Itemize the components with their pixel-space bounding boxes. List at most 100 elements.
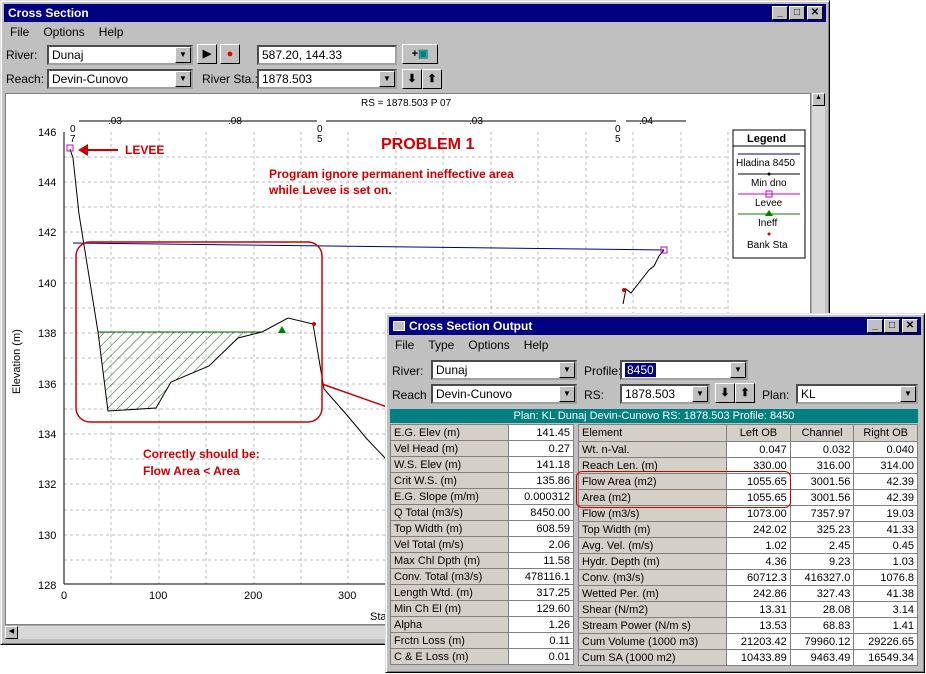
right-table-element: Shear (N/m2) [577, 601, 728, 618]
right-table-left-ob: 4.36 [726, 553, 791, 570]
n-marker-3b: 5 [615, 134, 621, 145]
right-table-left-ob: 21203.42 [726, 633, 791, 650]
add-plot-button[interactable]: +▣ [402, 44, 438, 64]
y-tick-128: 128 [38, 580, 56, 592]
chevron-down-icon[interactable]: ▼ [175, 47, 191, 63]
left-table-row: Top Width (m) 608.59 [390, 520, 575, 537]
left-table-key: Q Total (m3/s) [390, 504, 509, 521]
right-table-element: Cum Volume (1000 m3) [577, 633, 728, 650]
y-tick-138: 138 [38, 328, 56, 340]
river-sta-value: 1878.503 [262, 72, 313, 86]
chevron-down-icon[interactable]: ▼ [730, 362, 746, 378]
play-button[interactable]: ▶ [197, 44, 217, 64]
output-arrow-up-button[interactable]: ⬆ [735, 383, 755, 403]
left-table-row: W.S. Elev (m) 141.18 [390, 456, 575, 473]
n-value-bar: .03 .08 .03 .04 0 7 0 5 0 5 [70, 116, 686, 145]
plot-horizontal-scrollbar[interactable]: ◀ [5, 625, 390, 639]
left-table-row: E.G. Slope (m/m) 0.000312 [390, 488, 575, 505]
output-river-select[interactable]: Dunaj ▼ [431, 360, 577, 380]
scroll-up-button[interactable]: ▲ [812, 93, 825, 106]
y-tick-136: 136 [38, 379, 56, 391]
output-menu-type[interactable]: Type [428, 338, 454, 352]
right-table-channel: 325.23 [789, 521, 855, 538]
right-table-right-ob: 16549.34 [853, 649, 918, 666]
maximize-button[interactable]: □ [789, 6, 805, 20]
arrow-up-button[interactable]: ⬆ [422, 69, 442, 89]
river-sta-select[interactable]: 1878.503 ▼ [257, 69, 397, 89]
y-tick-146: 146 [38, 127, 56, 139]
scroll-left-button[interactable]: ◀ [5, 626, 18, 639]
left-table-row: Length Wtd. (m) 317.25 [390, 584, 575, 601]
n-value-1: .03 [108, 116, 122, 127]
output-menu-options[interactable]: Options [468, 338, 509, 352]
menu-help[interactable]: Help [99, 25, 124, 39]
output-window-title: Cross Section Output [409, 319, 533, 333]
right-table-left-ob: 10433.89 [726, 649, 791, 666]
left-table-value: 478116.1 [507, 568, 575, 585]
left-table-row: Frctn Loss (m) 0.11 [390, 632, 575, 649]
levee-label: LEVEE [125, 143, 164, 157]
menu-file[interactable]: File [10, 25, 29, 39]
right-table-row: Cum SA (1000 m2) 10433.89 9463.49 16549.34 [577, 649, 918, 666]
left-table-value: 8450.00 [507, 504, 575, 521]
chevron-down-icon[interactable]: ▼ [559, 362, 575, 378]
n-value-3: .03 [469, 116, 483, 127]
record-button[interactable]: ● [220, 44, 240, 64]
right-table-left-ob: 13.53 [726, 617, 791, 634]
left-table-key: Vel Total (m/s) [390, 536, 509, 553]
output-menubar: File Type Options Help [389, 336, 921, 354]
right-table-element: Wt. n-Val. [577, 441, 728, 458]
reach-select[interactable]: Devin-Cunovo ▼ [47, 69, 193, 89]
correct-line-1: Correctly should be: [143, 447, 260, 461]
right-table-row: Conv. (m3/s) 60712.3 416327.0 1076.8 [577, 569, 918, 586]
river-select[interactable]: Dunaj ▼ [47, 45, 193, 65]
close-button[interactable]: ✕ [807, 6, 823, 20]
reach-label: Reach: [6, 72, 45, 86]
output-minimize-button[interactable]: _ [867, 319, 883, 333]
chevron-down-icon[interactable]: ▼ [900, 386, 916, 402]
left-table-key: C & E Loss (m) [390, 648, 509, 665]
left-table-value: 0.000312 [507, 488, 575, 505]
table-icon [393, 321, 405, 331]
y-tick-132: 132 [38, 479, 56, 491]
right-table-right-ob: 0.040 [853, 441, 918, 458]
right-table-right-ob: 0.45 [853, 537, 918, 554]
left-table-key: Max Chl Dpth (m) [390, 552, 509, 569]
main-menubar: File Options Help [4, 23, 826, 41]
chevron-down-icon[interactable]: ▼ [175, 71, 191, 87]
output-menu-help[interactable]: Help [524, 338, 549, 352]
coords-readout: 587.20, 144.33 [257, 45, 397, 65]
chevron-down-icon[interactable]: ▼ [559, 386, 575, 402]
camera-icon: ▣ [418, 48, 429, 60]
x-tick-100: 100 [149, 590, 167, 602]
legend-item-min-dno: Min dno [751, 178, 787, 189]
river-label: River: [6, 48, 38, 62]
minimize-button[interactable]: _ [772, 6, 788, 20]
chevron-down-icon[interactable]: ▼ [692, 386, 708, 402]
right-table-row: Stream Power (N/m s) 13.53 68.83 1.41 [577, 617, 918, 634]
levee-arrow-head [78, 144, 88, 156]
left-table-row: C & E Loss (m) 0.01 [390, 648, 575, 665]
right-table-row: Wt. n-Val. 0.047 0.032 0.040 [577, 441, 918, 458]
menu-options[interactable]: Options [43, 25, 84, 39]
left-table-row: Alpha 1.26 [390, 616, 575, 633]
n-marker-1b: 7 [70, 134, 76, 145]
left-table-key: Crit W.S. (m) [390, 472, 509, 489]
output-profile-select[interactable]: 8450 ▼ [620, 360, 748, 380]
left-table-row: Max Chl Dpth (m) 11.58 [390, 552, 575, 569]
output-plan-select[interactable]: KL ▼ [796, 384, 918, 404]
output-maximize-button[interactable]: □ [884, 319, 900, 333]
right-table-row: Hydr. Depth (m) 4.36 9.23 1.03 [577, 553, 918, 570]
output-reach-label: Reach [392, 388, 427, 402]
output-arrow-down-button[interactable]: ⬇ [715, 383, 735, 403]
output-menu-file[interactable]: File [395, 338, 414, 352]
chevron-down-icon[interactable]: ▼ [379, 71, 395, 87]
output-header-bar: Plan: KL Dunaj Devin-Cunovo RS: 1878.503… [390, 409, 918, 423]
legend-item-hladina: Hladina 8450 [736, 158, 795, 169]
output-rs-select[interactable]: 1878.503 ▼ [620, 384, 710, 404]
output-rs-label: RS: [584, 388, 605, 402]
output-reach-select[interactable]: Devin-Cunovo ▼ [431, 384, 577, 404]
output-close-button[interactable]: ✕ [902, 319, 918, 333]
right-table-right-ob: 42.39 [853, 489, 918, 506]
arrow-down-button[interactable]: ⬇ [402, 69, 422, 89]
